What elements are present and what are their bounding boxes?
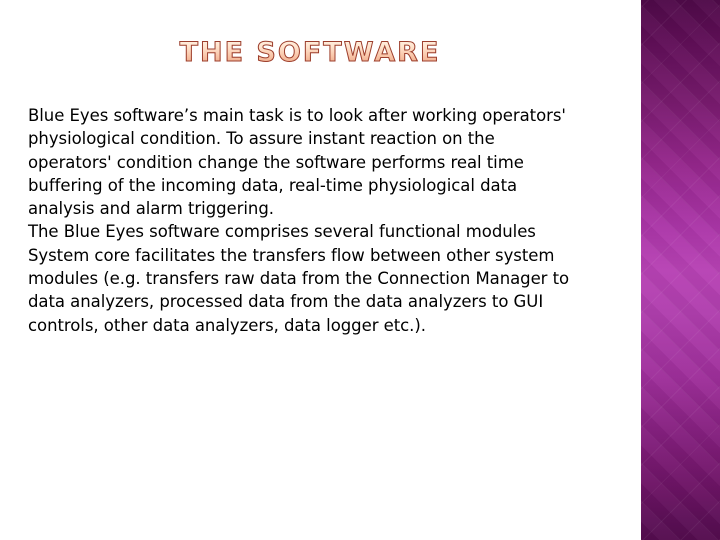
body-line: controls, other data analyzers, data log…	[28, 315, 426, 335]
body-line: The Blue Eyes software comprises several…	[28, 222, 536, 242]
body-line: physiological condition. To assure insta…	[28, 129, 495, 149]
body-text-block: Blue Eyes software’s main task is to loo…	[28, 104, 628, 337]
slide-canvas: THE SOFTWARE Blue Eyes software’s main t…	[0, 0, 720, 540]
body-line: buffering of the incoming data, real-tim…	[28, 175, 518, 195]
title-container: THE SOFTWARE	[0, 37, 620, 68]
body-line: operators' condition change the software…	[28, 152, 524, 172]
body-line: modules (e.g. transfers raw data from th…	[28, 269, 570, 289]
body-line: Blue Eyes software’s main task is to loo…	[28, 106, 566, 125]
diamond-pattern-overlay	[641, 0, 720, 540]
body-line: data analyzers, processed data from the …	[28, 292, 544, 312]
body-line: System core facilitates the transfers fl…	[28, 245, 555, 265]
body-line: analysis and alarm triggering.	[28, 199, 274, 219]
decorative-gradient-band	[641, 0, 720, 540]
page-title: THE SOFTWARE	[179, 37, 441, 68]
